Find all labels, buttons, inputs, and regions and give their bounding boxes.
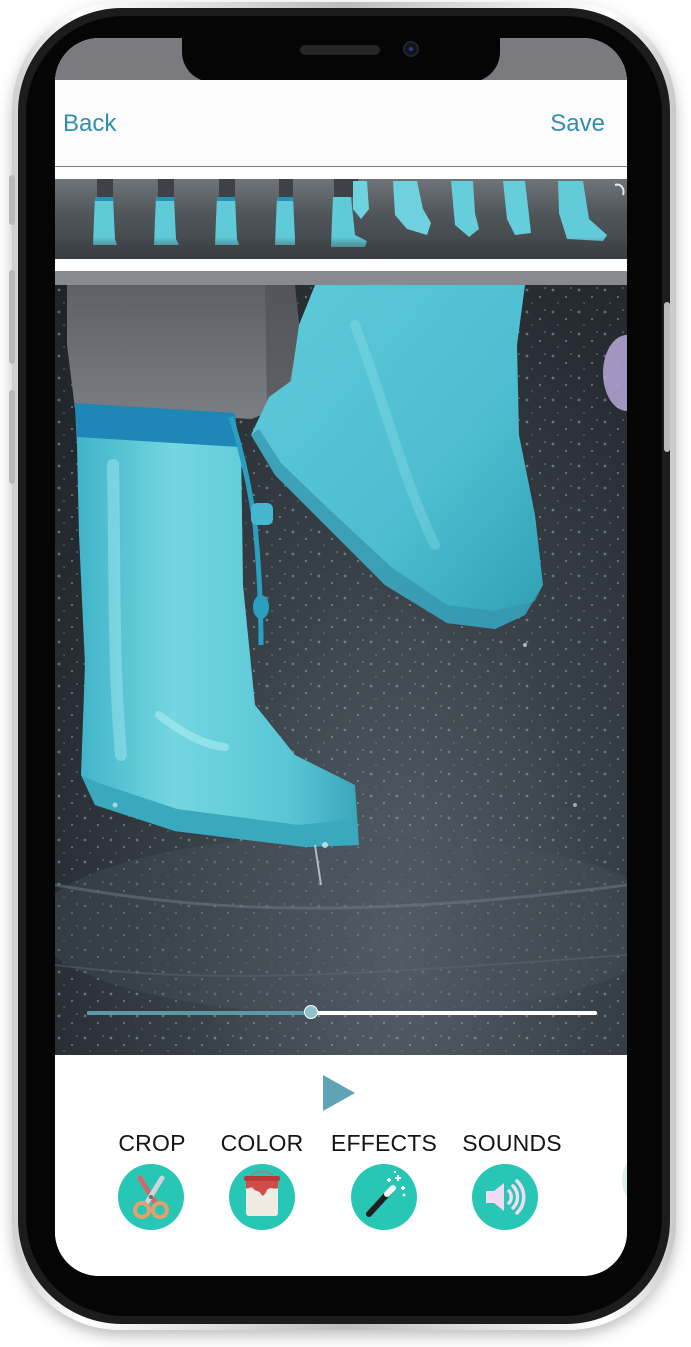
timeline-thumbnail [614, 183, 625, 196]
color-tool[interactable]: COLOR [199, 1130, 325, 1260]
play-button[interactable] [323, 1075, 355, 1111]
speaker-icon [486, 1179, 526, 1215]
scissors-icon [133, 1175, 169, 1219]
sounds-label: SOUNDS [462, 1130, 562, 1156]
rain-boots-photo [55, 285, 627, 1055]
timeline-thumbnail [275, 179, 295, 245]
timeline-thumbnail [154, 179, 179, 245]
next-tool-partial[interactable] [622, 1147, 627, 1213]
front-camera [403, 41, 419, 57]
timeline-thumbnail [93, 179, 117, 245]
save-button[interactable]: Save [550, 110, 605, 138]
crop-tool[interactable]: CROP [89, 1130, 215, 1260]
timeline-thumbnail [451, 181, 479, 237]
video-preview[interactable] [55, 285, 627, 1055]
sounds-button[interactable] [472, 1164, 538, 1230]
timeline-thumbnail [331, 179, 369, 247]
color-button[interactable] [229, 1164, 295, 1230]
crop-button[interactable] [118, 1164, 184, 1230]
volume-up-button [9, 270, 15, 364]
notch [182, 38, 500, 82]
timeline-thumbnail [558, 181, 607, 241]
timeline-thumbnail [215, 179, 239, 245]
scrubber-progress [87, 1011, 312, 1015]
mute-switch [9, 175, 15, 225]
power-button [664, 302, 670, 452]
effects-button[interactable] [351, 1164, 417, 1230]
back-button[interactable]: Back [63, 110, 116, 138]
filmstrip-thumbnails [93, 179, 625, 247]
color-label: COLOR [220, 1130, 304, 1156]
phone-screen: Back Save CROP COLOR EFFECTS SOUNDS [55, 38, 627, 1276]
top-nav-bar: Back Save [55, 80, 627, 167]
crop-label: CROP [118, 1130, 186, 1156]
preview-divider [55, 271, 627, 285]
sounds-tool[interactable]: SOUNDS [449, 1130, 575, 1260]
earpiece-speaker [300, 45, 380, 55]
volume-down-button [9, 390, 15, 484]
video-timeline-filmstrip[interactable] [55, 179, 627, 259]
magic-wand-icon [366, 1170, 406, 1217]
video-scrubber[interactable] [87, 1005, 597, 1019]
editing-toolbar: CROP COLOR EFFECTS SOUNDS [55, 1055, 627, 1276]
timeline-thumbnail [393, 181, 431, 235]
effects-tool[interactable]: EFFECTS [321, 1130, 447, 1260]
effects-label: EFFECTS [330, 1130, 438, 1156]
timeline-thumbnail [503, 181, 531, 235]
paint-bucket-icon [244, 1170, 280, 1216]
